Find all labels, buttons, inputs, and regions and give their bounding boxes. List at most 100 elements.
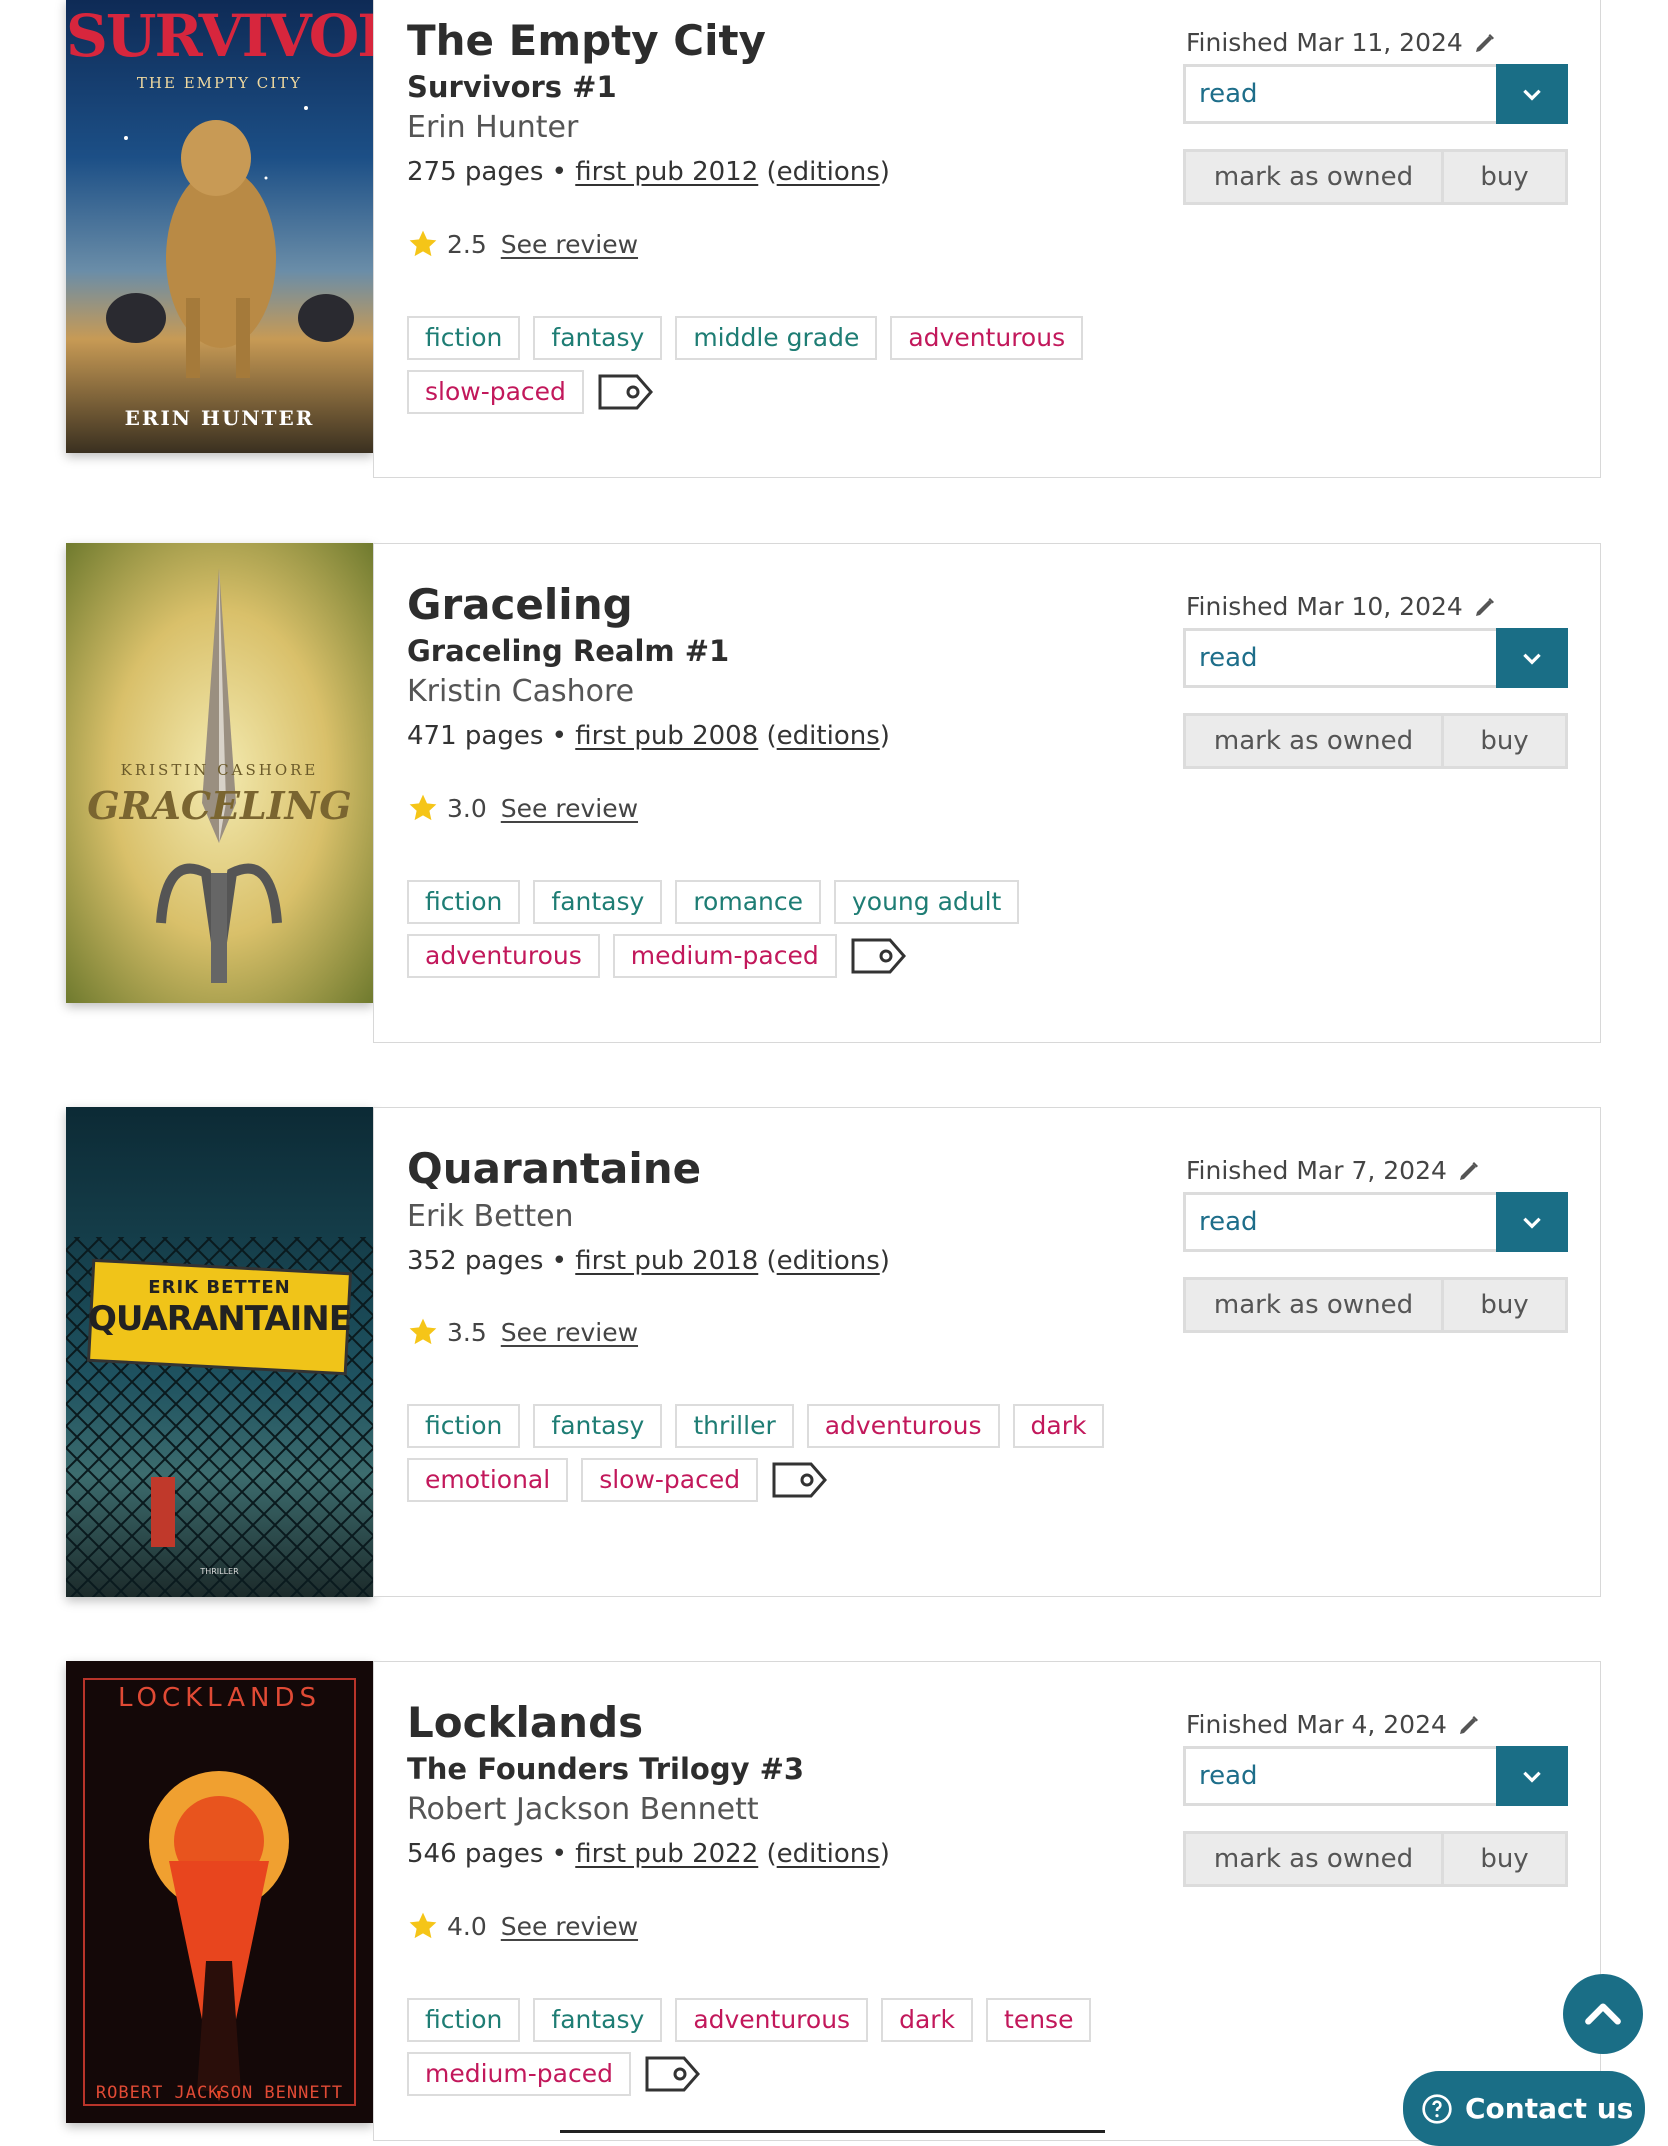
cover-author: ERIK BETTEN [148,1277,291,1298]
status-select[interactable]: read [1183,628,1568,688]
book-series[interactable]: Graceling Realm #1 [407,634,729,668]
tag[interactable]: middle grade [675,316,878,360]
tag[interactable]: slow-paced [581,1458,759,1502]
tag[interactable]: thriller [675,1404,794,1448]
status-dropdown-button[interactable] [1496,1746,1568,1806]
pencil-icon[interactable] [1473,595,1497,619]
book-title[interactable]: Locklands [407,1698,643,1747]
tag[interactable]: fantasy [533,880,663,924]
rating: 3.0 See review [407,792,638,824]
status-select[interactable]: read [1183,1192,1568,1252]
editions-link[interactable]: editions [777,1839,880,1869]
status-dropdown-button[interactable] [1496,628,1568,688]
chevron-down-icon [1523,653,1541,665]
book-cover[interactable]: SURVIVORS THE EMPTY CITY ERIN HUNTER [66,0,373,453]
see-review-link[interactable]: See review [501,1318,638,1347]
book-title[interactable]: Graceling [407,580,633,629]
book-author[interactable]: Kristin Cashore [407,674,634,709]
status-value: read [1199,79,1258,109]
tag[interactable]: medium-paced [612,934,837,978]
contact-label: Contact us [1465,2092,1634,2125]
tag[interactable]: fiction [407,316,521,360]
editions-link[interactable]: editions [777,1246,880,1276]
contact-us-button[interactable]: Contact us [1403,2071,1645,2146]
see-review-link[interactable]: See review [501,230,638,259]
status-select[interactable]: read [1183,64,1568,124]
scroll-to-top-button[interactable] [1563,1974,1643,2054]
tag[interactable]: adventurous [806,1404,1000,1448]
tag[interactable]: emotional [407,1458,569,1502]
editions-link[interactable]: editions [777,721,880,751]
book-cover[interactable]: ERIK BETTEN QUARANTAINE THRILLER [66,1107,373,1597]
rating: 2.5 See review [407,228,638,260]
book-author[interactable]: Erik Betten [407,1199,574,1234]
book-title[interactable]: Quarantaine [407,1144,701,1193]
status-dropdown-button[interactable] [1496,1192,1568,1252]
rating: 4.0 See review [407,1910,638,1942]
book-author[interactable]: Erin Hunter [407,110,578,145]
book-title[interactable]: The Empty City [407,16,766,65]
cover-author: KRISTIN CASHORE [120,761,319,779]
pencil-icon[interactable] [1457,1713,1481,1737]
mark-owned-button[interactable]: mark as owned [1186,716,1444,766]
tag[interactable]: medium-paced [407,2052,631,2096]
mark-owned-button[interactable]: mark as owned [1186,1280,1444,1330]
book-series[interactable]: Survivors #1 [407,70,617,104]
tag[interactable]: dark [1012,1404,1105,1448]
buy-button[interactable]: buy [1444,1834,1565,1884]
book-cover[interactable]: LOCKLANDS ROBERT JACKSON BENNETT [66,1661,373,2123]
mark-owned-button[interactable]: mark as owned [1186,1834,1444,1884]
book-author[interactable]: Robert Jackson Bennett [407,1792,759,1827]
owned-buy-group: mark as owned buy [1183,1831,1568,1887]
rating-value: 3.0 [447,793,487,823]
tag-list: fiction fantasy thriller adventurous dar… [407,1404,1127,1502]
chevron-up-icon [1585,2003,1621,2025]
cover-art [83,1678,356,2106]
tag[interactable]: adventurous [890,316,1084,360]
see-review-link[interactable]: See review [501,794,638,823]
buy-button[interactable]: buy [1444,716,1565,766]
see-review-link[interactable]: See review [501,1912,638,1941]
finished-label: Finished Mar 10, 2024 [1186,592,1463,621]
book-meta: 471 pages • first pub 2008 (editions) [407,721,890,751]
status-select[interactable]: read [1183,1746,1568,1806]
first-pub-link[interactable]: first pub 2022 [575,1839,758,1869]
editions-link[interactable]: editions [777,157,880,187]
first-pub-link[interactable]: first pub 2008 [575,721,758,751]
tag[interactable]: fiction [407,1998,521,2042]
chevron-down-icon [1523,1771,1541,1783]
tag-icon[interactable] [771,1461,829,1499]
tag[interactable]: adventurous [675,1998,869,2042]
buy-button[interactable]: buy [1444,152,1565,202]
tag[interactable]: slow-paced [407,370,584,414]
tag[interactable]: fantasy [533,1998,663,2042]
tag-icon[interactable] [644,2055,702,2093]
book-meta: 546 pages • first pub 2022 (editions) [407,1839,890,1869]
rating-value: 2.5 [447,229,487,259]
status-dropdown-button[interactable] [1496,64,1568,124]
book-series[interactable]: The Founders Trilogy #3 [407,1752,804,1786]
tag[interactable]: adventurous [407,934,600,978]
star-icon [409,1912,437,1939]
mark-owned-button[interactable]: mark as owned [1186,152,1444,202]
tag-icon[interactable] [850,937,908,975]
tag[interactable]: tense [986,1998,1092,2042]
buy-button[interactable]: buy [1444,1280,1565,1330]
tag[interactable]: fiction [407,1404,521,1448]
tag[interactable]: fiction [407,880,521,924]
tag[interactable]: fantasy [533,316,663,360]
tag[interactable]: young adult [833,880,1020,924]
book-cover[interactable]: KRISTIN CASHORE GRACELING [66,543,373,1003]
first-pub-link[interactable]: first pub 2012 [575,157,758,187]
first-pub-link[interactable]: first pub 2018 [575,1246,758,1276]
finished-date: Finished Mar 7, 2024 [1186,1156,1481,1185]
tag[interactable]: fantasy [533,1404,663,1448]
tag-icon[interactable] [597,373,655,411]
tag[interactable]: romance [675,880,821,924]
finished-label: Finished Mar 11, 2024 [1186,28,1463,57]
cover-author: ROBERT JACKSON BENNETT [95,2083,344,2103]
tag-list: fiction fantasy romance young adult adve… [407,880,1127,978]
pencil-icon[interactable] [1473,31,1497,55]
pencil-icon[interactable] [1457,1159,1481,1183]
tag[interactable]: dark [881,1998,974,2042]
